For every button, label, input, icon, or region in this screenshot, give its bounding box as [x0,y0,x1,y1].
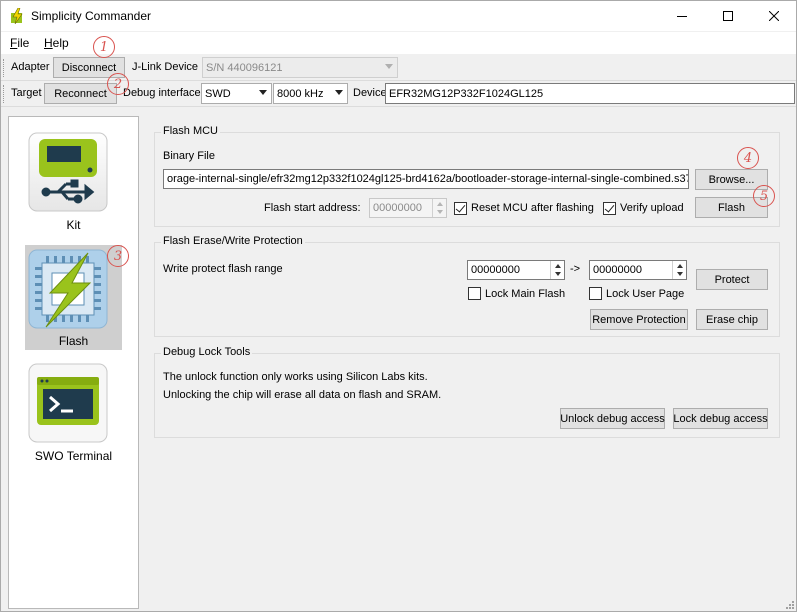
device-label: Device [353,87,387,99]
write-protect-range-label: Write protect flash range [163,263,283,275]
erase-chip-button[interactable]: Erase chip [696,309,768,330]
range-from-spinbox[interactable]: 00000000 [467,260,565,280]
nav-item-swo-terminal[interactable]: SWO Terminal [9,357,138,469]
terminal-icon [28,363,108,443]
toolbar-grip[interactable] [3,85,6,103]
lock-debug-access-button[interactable]: Lock debug access [673,408,768,429]
menu-help-rest: elp [52,36,69,50]
kit-icon [28,132,108,212]
toolbar-grip[interactable] [3,59,6,77]
flash-mcu-title: Flash MCU [161,125,221,137]
device-field[interactable]: EFR32MG12P332F1024GL125 [385,83,795,104]
reset-mcu-label: Reset MCU after flashing [471,202,594,214]
maximize-icon [723,11,733,21]
debug-lock-group: Debug Lock Tools The unlock function onl… [154,346,780,438]
menu-help[interactable]: Help [44,36,69,50]
flash-start-address-spinbox[interactable]: 00000000 [369,198,447,218]
flash-mcu-group: Flash MCU Binary File orage-internal-sin… [154,125,780,227]
jlink-device-select[interactable]: S/N 440096121 [202,57,398,78]
spin-up-icon[interactable] [437,202,443,206]
target-label: Target [11,87,42,99]
minimize-icon [677,16,687,17]
range-to-spinbox[interactable]: 00000000 [589,260,687,280]
flash-chip-icon [28,249,108,329]
debug-interface-select[interactable]: SWD [201,83,272,104]
maximize-button[interactable] [705,1,751,31]
resize-grip-icon[interactable] [784,599,794,609]
speed-select[interactable]: 8000 kHz [273,83,348,104]
jlink-device-value: S/N 440096121 [206,61,283,74]
app-logo-icon [11,8,23,24]
debug-lock-info-line1: The unlock function only works using Sil… [163,371,428,383]
remove-protection-button[interactable]: Remove Protection [590,309,688,330]
lock-user-page-checkbox[interactable] [589,287,602,300]
menu-bar: File Help [1,32,796,54]
unlock-debug-access-button[interactable]: Unlock debug access [560,408,665,429]
protection-group: Flash Erase/Write Protection Write prote… [154,235,780,337]
debug-interface-value: SWD [205,87,231,100]
jlink-device-label: J-Link Device [132,61,199,73]
annotation-3: 3 [107,245,129,267]
adapter-label: Adapter [11,61,50,73]
spin-up-icon[interactable] [555,264,561,268]
spin-down-icon[interactable] [437,210,443,214]
menu-file-rest: ile [17,36,30,50]
nav-item-kit[interactable]: Kit [9,117,138,237]
window-title: Simplicity Commander [31,9,152,23]
debug-lock-info-line2: Unlocking the chip will erase all data o… [163,389,442,401]
debug-interface-label: Debug interface [123,87,201,99]
lock-main-flash-checkbox[interactable] [468,287,481,300]
binary-file-value: orage-internal-single/efr32mg12p332f1024… [167,173,689,185]
range-from-value: 00000000 [471,264,520,276]
chevron-down-icon [335,90,343,95]
annotation-2: 2 [107,73,129,95]
lock-main-flash-label: Lock Main Flash [485,288,566,300]
spin-up-icon[interactable] [677,264,683,268]
range-to-value: 00000000 [593,264,642,276]
close-icon [769,11,779,21]
speed-value: 8000 kHz [277,87,324,100]
spin-down-icon[interactable] [555,272,561,276]
flash-start-address-value: 00000000 [373,202,422,214]
protection-title: Flash Erase/Write Protection [161,235,305,247]
protect-button[interactable]: Protect [696,269,768,290]
device-value: EFR32MG12P332F1024GL125 [389,87,544,100]
nav-flash-label: Flash [58,334,89,348]
reconnect-button[interactable]: Reconnect [44,83,117,104]
annotation-4: 4 [737,147,759,169]
binary-file-input[interactable]: orage-internal-single/efr32mg12p332f1024… [163,169,689,189]
lock-user-page-label: Lock User Page [606,288,685,300]
menu-file[interactable]: File [10,36,29,50]
debug-lock-title: Debug Lock Tools [161,346,253,358]
verify-upload-label: Verify upload [620,202,684,214]
minimize-button[interactable] [659,1,705,31]
close-button[interactable] [751,1,797,31]
menu-help-accel: H [44,36,53,50]
nav-swo-label: SWO Terminal [34,449,113,463]
nav-kit-label: Kit [66,218,81,232]
annotation-1: 1 [93,36,115,58]
left-nav: Kit Flash SWO Terminal [8,116,139,609]
chevron-down-icon [385,64,393,69]
chevron-down-icon [259,90,267,95]
spin-down-icon[interactable] [677,272,683,276]
app-window: Simplicity Commander File Help Adapter D… [0,0,797,612]
verify-upload-checkbox[interactable] [603,202,616,215]
title-bar: Simplicity Commander [1,1,796,31]
flash-start-address-label: Flash start address: [264,202,361,214]
reset-mcu-checkbox[interactable] [454,202,467,215]
annotation-5: 5 [753,185,775,207]
range-arrow: -> [570,263,581,275]
binary-file-label: Binary File [163,150,215,162]
